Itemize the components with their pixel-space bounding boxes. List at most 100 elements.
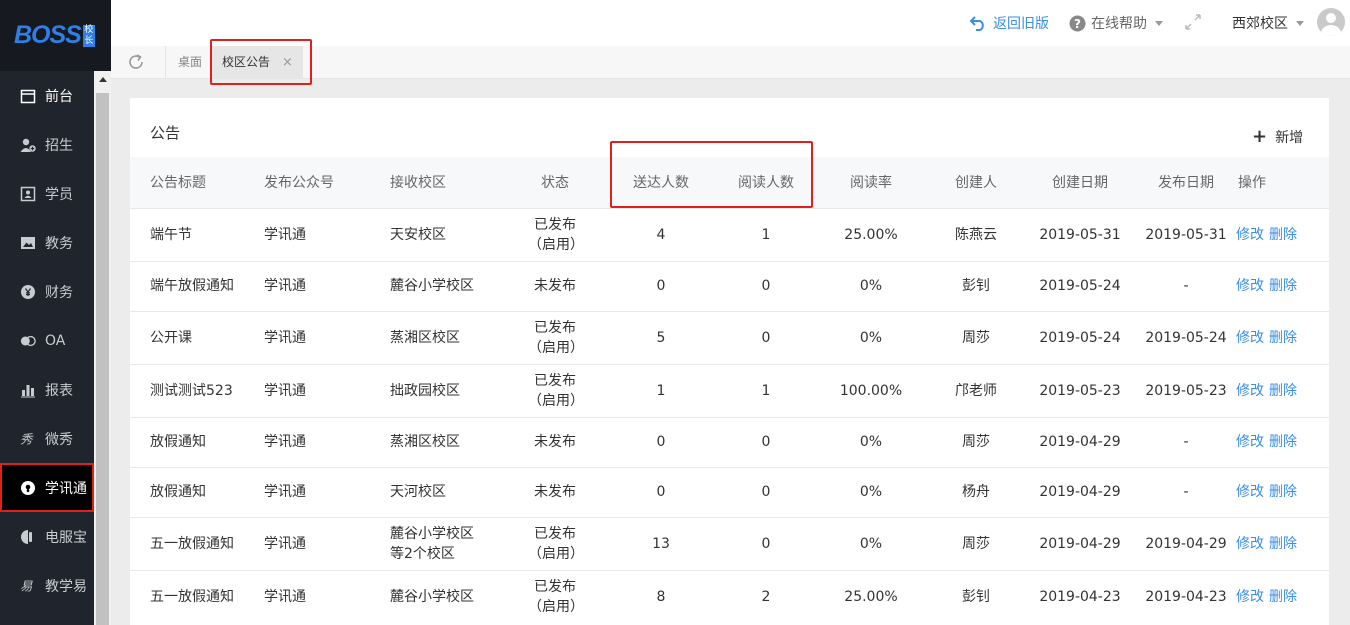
bar-chart-icon xyxy=(20,382,36,398)
edit-link[interactable]: 修改 xyxy=(1236,589,1264,605)
cell-status: 已发布（启用） xyxy=(506,363,604,417)
delete-link[interactable]: 删除 xyxy=(1269,484,1297,500)
fullscreen-icon[interactable] xyxy=(1184,13,1202,35)
table-row: 五一放假通知 学讯通 麓谷小学校区等2个校区 已发布（启用） 13 0 0% 周莎 2019-0… xyxy=(130,516,1329,570)
sidebar-item-label: 财务 xyxy=(45,284,73,301)
edit-link[interactable]: 修改 xyxy=(1236,278,1264,294)
header-campus: 接收校区 xyxy=(390,175,446,192)
refresh-icon[interactable] xyxy=(127,53,145,75)
header-created-date: 创建日期 xyxy=(1052,175,1108,192)
header-title: 公告标题 xyxy=(150,175,206,192)
edit-link[interactable]: 修改 xyxy=(1236,484,1264,500)
sidebar-item-2[interactable]: 学员 xyxy=(0,169,94,218)
sidebar-item-label: 电服宝 xyxy=(45,529,87,546)
sidebar-scrollbar[interactable] xyxy=(94,71,111,625)
sidebar-item-10[interactable]: 易教学易 xyxy=(0,561,94,610)
sidebar-item-9[interactable]: 电服宝 xyxy=(0,512,94,561)
cell-created-date: 2019-04-23 xyxy=(1024,569,1136,623)
sidebar-item-1[interactable]: 招生 xyxy=(0,120,94,169)
top-header: 返回旧版 ? 在线帮助 西郊校区 xyxy=(111,0,1350,46)
undo-icon xyxy=(969,16,984,31)
header-sent-count: 送达人数 xyxy=(633,175,689,192)
cell-read-rate: 0% xyxy=(814,416,928,467)
header-read-count: 阅读人数 xyxy=(738,175,794,192)
table-row: 放假通知 学讯通 天河校区 未发布 0 0 0% 杨舟 2019-04-29- 修改 删除 xyxy=(130,466,1329,517)
delete-link[interactable]: 删除 xyxy=(1269,278,1297,294)
add-announcement-button[interactable]: + 新增 xyxy=(1252,126,1303,147)
sidebar-item-3[interactable]: 教务 xyxy=(0,218,94,267)
edit-link[interactable]: 修改 xyxy=(1236,536,1264,552)
cell-creator: 周莎 xyxy=(928,416,1024,467)
cell-campus: 拙政园校区 xyxy=(376,363,506,417)
yen-icon xyxy=(20,284,36,300)
phone-icon xyxy=(20,529,36,545)
cell-status: 已发布（启用） xyxy=(506,516,604,570)
logo-text: BOSS xyxy=(14,21,82,49)
cell-read-rate: 0% xyxy=(814,260,928,311)
sidebar-item-7[interactable]: 秀微秀 xyxy=(0,414,94,463)
logo[interactable]: BOSS 校长 xyxy=(0,0,111,71)
cell-creator: 邝老师 xyxy=(928,363,1024,417)
delete-link[interactable]: 删除 xyxy=(1269,227,1297,243)
online-help-menu[interactable]: ? 在线帮助 xyxy=(1069,13,1163,33)
table-row: 公开课 学讯通 蒸湘区校区 已发布（启用） 5 0 0% 周莎 2019-05-24 2019-0… xyxy=(130,310,1329,364)
teach-icon: 易 xyxy=(20,578,36,594)
scrollbar-thumb[interactable] xyxy=(96,93,109,625)
image-icon xyxy=(20,235,36,251)
cell-actions: 修改 删除 xyxy=(1236,416,1329,467)
cell-creator: 杨舟 xyxy=(928,466,1024,517)
table-row: 端午节 学讯通 天安校区 已发布（启用） 4 1 25.00% 陈燕云 2019-05-31 20… xyxy=(130,207,1329,261)
sidebar-item-0[interactable]: 前台 xyxy=(0,71,94,120)
campus-label: 西郊校区 xyxy=(1232,16,1288,32)
edit-link[interactable]: 修改 xyxy=(1236,330,1264,346)
svg-text:?: ? xyxy=(1074,17,1081,31)
avatar[interactable] xyxy=(1317,8,1345,36)
delete-link[interactable]: 删除 xyxy=(1269,330,1297,346)
sidebar-item-8[interactable]: 学讯通 xyxy=(0,463,94,512)
cell-read-rate: 0% xyxy=(814,516,928,570)
cell-read-rate: 0% xyxy=(814,310,928,364)
cell-status: 未发布 xyxy=(506,260,604,311)
cell-read-count: 1 xyxy=(718,363,814,417)
cell-read-count: 0 xyxy=(718,516,814,570)
sidebar-item-label: 教学易 xyxy=(45,578,87,595)
cell-published-date: 2019-05-23 xyxy=(1136,363,1236,417)
cell-sent-count: 0 xyxy=(604,260,718,311)
delete-link[interactable]: 删除 xyxy=(1269,383,1297,399)
delete-link[interactable]: 删除 xyxy=(1269,434,1297,450)
cell-created-date: 2019-05-31 xyxy=(1024,207,1136,261)
cell-account: 学讯通 xyxy=(250,466,376,517)
table-row: 测试测试523 学讯通 拙政园校区 已发布（启用） 1 1 100.00% 邝老师 2019-0… xyxy=(130,363,1329,417)
help-circle-icon: ? xyxy=(1069,15,1086,31)
header-creator: 创建人 xyxy=(955,175,997,192)
cell-created-date: 2019-04-29 xyxy=(1024,416,1136,467)
sidebar-item-5[interactable]: OA xyxy=(0,316,94,365)
cell-published-date: - xyxy=(1136,416,1236,467)
cell-title: 测试测试523 xyxy=(130,363,250,417)
delete-link[interactable]: 删除 xyxy=(1269,589,1297,605)
back-to-old-version-link[interactable]: 返回旧版 xyxy=(969,13,1049,33)
delete-link[interactable]: 删除 xyxy=(1269,536,1297,552)
cell-actions: 修改 删除 xyxy=(1236,207,1329,261)
campus-switcher[interactable]: 西郊校区 xyxy=(1232,13,1304,33)
tab-campus-announcement[interactable]: 校区公告 × xyxy=(212,46,303,79)
cell-read-rate: 25.00% xyxy=(814,569,928,623)
cell-title: 五一放假通知 xyxy=(130,569,250,623)
sidebar-item-4[interactable]: 财务 xyxy=(0,267,94,316)
edit-link[interactable]: 修改 xyxy=(1236,227,1264,243)
sidebar-item-6[interactable]: 报表 xyxy=(0,365,94,414)
scroll-up-arrow-icon[interactable] xyxy=(98,77,107,82)
cell-sent-count: 1 xyxy=(604,363,718,417)
cell-created-date: 2019-05-24 xyxy=(1024,310,1136,364)
cell-actions: 修改 删除 xyxy=(1236,466,1329,517)
edit-link[interactable]: 修改 xyxy=(1236,383,1264,399)
cell-campus: 天安校区 xyxy=(376,207,506,261)
cell-account: 学讯通 xyxy=(250,516,376,570)
table-header-row: 公告标题 发布公众号 接收校区 状态 送达人数 阅读人数 阅读率 创建人 创建日… xyxy=(130,157,1329,208)
close-icon[interactable]: × xyxy=(282,46,293,79)
edit-link[interactable]: 修改 xyxy=(1236,434,1264,450)
table-row: 五一放假通知 学讯通 麓谷小学校区 已发布（启用） 8 2 25.00% 彭钊 2019-04-… xyxy=(130,569,1329,623)
cell-read-count: 0 xyxy=(718,260,814,311)
tab-desktop[interactable]: 桌面 xyxy=(165,46,214,79)
cell-account: 学讯通 xyxy=(250,363,376,417)
